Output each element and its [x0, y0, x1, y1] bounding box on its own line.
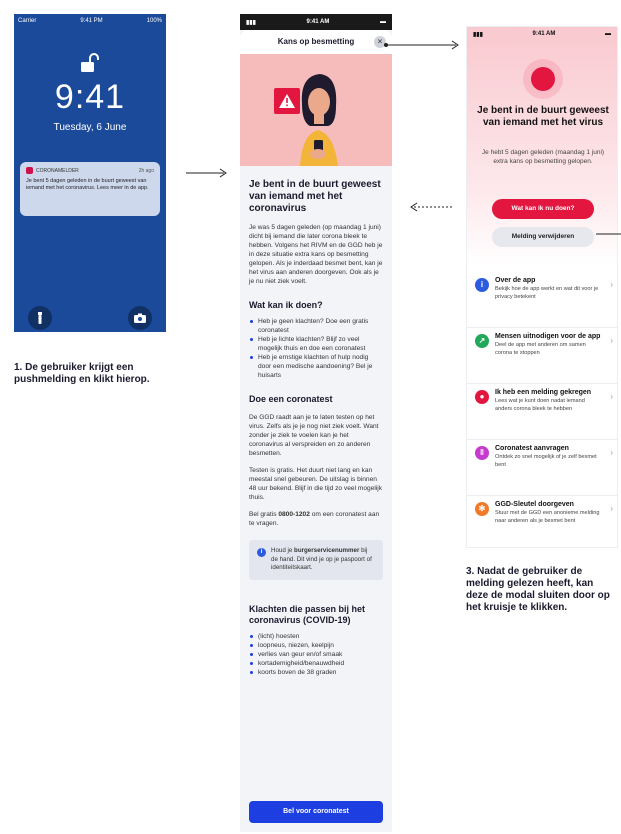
symptoms-list: (licht) hoesten loopneus, niezen, keelpi… [249, 632, 383, 677]
status-time: 9:41 AM [306, 19, 330, 25]
test-heading: Doe een coronatest [249, 394, 333, 404]
menu-item-title: Coronatest aanvragen [495, 445, 569, 452]
unlock-icon [81, 53, 99, 72]
chevron-right-icon: › [610, 336, 613, 345]
notification-text: Je bent 5 dagen geleden in de buurt gewe… [26, 178, 149, 191]
flow-arrow-close [384, 40, 459, 50]
test-paragraph-1: De GGD raadt aan je te laten testen op h… [249, 414, 379, 457]
carrier-label: Carrier [18, 18, 37, 24]
menu-item-about[interactable]: i Over de app Bekijk hoe de app werkt en… [467, 272, 617, 328]
status-bar: ▮▮▮ 9:41 AM ▬ [240, 14, 392, 30]
chevron-right-icon: › [610, 504, 613, 513]
status-bar: ▮▮▮ 9:41 AM ▬ [467, 27, 617, 41]
home-header: ▮▮▮ 9:41 AM ▬ Je bent in de buurt gewees… [467, 27, 617, 265]
list-item: (licht) hoesten [249, 632, 383, 641]
list-item: Heb je geen klachten? Doe een gratis cor… [249, 317, 383, 335]
step-3-caption: 3. Nadat de gebruiker de melding gelezen… [466, 566, 610, 613]
battery-icon: ▬ [379, 19, 386, 25]
info-box: i Houd je burgerservicenummer bij de han… [249, 540, 383, 580]
push-notification[interactable]: CORONAMELDER 2h ago Je bent 5 dagen gele… [20, 162, 160, 216]
call-paragraph: Bel gratis 0800-1202 om een coronatest a… [249, 511, 380, 527]
notification-app-name: CORONAMELDER [36, 167, 79, 174]
menu-item-desc: Bekijk hoe de app werkt en wat dit voor … [495, 286, 599, 300]
modal-titlebar: Kans op besmetting × [240, 30, 392, 54]
flashlight-button[interactable] [28, 306, 52, 330]
home-subtext: Je hebt 5 dagen geleden (maandag 1 juni)… [481, 149, 605, 165]
status-time: 9:41 AM [532, 31, 556, 37]
menu-item-desc: Lees wat je kunt doen nadat iemand ander… [495, 398, 585, 412]
menu-list: i Over de app Bekijk hoe de app werkt en… [467, 272, 617, 547]
remove-notification-button[interactable]: Melding verwijderen [492, 227, 594, 247]
alert-badge-icon [523, 59, 563, 99]
status-time: 9:41 PM [80, 18, 103, 24]
camera-button[interactable] [128, 306, 152, 330]
battery-icon: ▬ [604, 31, 611, 37]
list-item: loopneus, niezen, keelpijn [249, 641, 383, 650]
lock-screen: Carrier 9:41 PM 100% 9:41 Tuesday, 6 Jun… [14, 14, 166, 332]
phone-number[interactable]: 0800-1202 [278, 511, 310, 518]
modal-title: Kans op besmetting [277, 37, 355, 46]
call-for-test-button[interactable]: Bel voor coronatest [249, 801, 383, 823]
risk-modal-screen: ▮▮▮ 9:41 AM ▬ Kans op besmetting × Je be… [240, 14, 392, 832]
intro-text: Je was 5 dagen geleden (op maandag 1 jun… [249, 224, 383, 285]
what-heading: Wat kan ik doen? [249, 300, 323, 310]
menu-item-title: Over de app [495, 277, 536, 284]
list-item: koorts boven de 38 graden [249, 668, 383, 677]
alert-icon: ● [475, 390, 489, 404]
list-item: verlies van geur en/of smaak [249, 650, 383, 659]
virus-icon: ✻ [475, 502, 489, 516]
notification-header: CORONAMELDER 2h ago [26, 167, 154, 174]
modal-heading: Je bent in de buurt geweest van iemand m… [249, 179, 381, 214]
chevron-right-icon: › [610, 448, 613, 457]
flow-connector-line [596, 233, 621, 235]
menu-item-title: Mensen uitnodigen voor de app [495, 333, 601, 340]
status-bar: Carrier 9:41 PM 100% [14, 14, 166, 28]
flow-arrow-dashed-back [410, 202, 452, 212]
home-heading: Je bent in de buurt geweest van iemand m… [477, 105, 609, 128]
lock-date: Tuesday, 6 June [53, 122, 127, 133]
info-icon: i [257, 548, 266, 557]
app-icon [26, 167, 33, 174]
camera-icon [134, 313, 146, 323]
test-paragraph-2: Testen is gratis. Het duurt niet lang en… [249, 467, 383, 501]
what-can-i-do-button[interactable]: Wat kan ik nu doen? [492, 199, 594, 219]
list-item: Heb je lichte klachten? Blijf zo veel mo… [249, 335, 383, 353]
flow-arrow-right [186, 168, 227, 178]
lock-time: 9:41 [54, 78, 126, 116]
list-item: Heb je ernstige klachten of hulp nodig d… [249, 353, 383, 380]
menu-item-desc: Stuur met de GGD een anonieme melding na… [495, 510, 600, 524]
info-icon: i [475, 278, 489, 292]
share-icon: ↗ [475, 334, 489, 348]
home-screen: ▮▮▮ 9:41 AM ▬ Je bent in de buurt gewees… [466, 26, 618, 548]
modal-content: Je bent in de buurt geweest van iemand m… [240, 179, 392, 677]
symptoms-heading: Klachten die passen bij het coronavirus … [249, 603, 366, 625]
what-list: Heb je geen klachten? Doe een gratis cor… [249, 317, 383, 380]
signal-icon: ▮▮▮ [246, 19, 256, 26]
chevron-right-icon: › [610, 280, 613, 289]
notification-time: 2h ago [138, 167, 154, 174]
menu-item-test[interactable]: ‖ Coronatest aanvragen Ontdek zo snel mo… [467, 440, 617, 496]
menu-item-ggd-key[interactable]: ✻ GGD-Sleutel doorgeven Stuur met de GGD… [467, 496, 617, 547]
list-item: kortademigheid/benauwdheid [249, 659, 383, 668]
chevron-right-icon: › [610, 392, 613, 401]
step-1-caption: 1. De gebruiker krijgt een pushmelding e… [14, 362, 150, 385]
menu-item-title: GGD-Sleutel doorgeven [495, 501, 574, 508]
person-with-phone-illustration [274, 74, 338, 166]
signal-icon: ▮▮▮ [473, 31, 483, 38]
test-tube-icon: ‖ [475, 446, 489, 460]
menu-item-invite[interactable]: ↗ Mensen uitnodigen voor de app Deel de … [467, 328, 617, 384]
hero-illustration [240, 54, 392, 166]
battery-label: 100% [146, 18, 162, 24]
menu-item-notification[interactable]: ● Ik heb een melding gekregen Lees wat j… [467, 384, 617, 440]
menu-item-title: Ik heb een melding gekregen [495, 389, 592, 396]
flashlight-icon [38, 312, 42, 324]
menu-item-desc: Deel de app met anderen om samen corona … [495, 342, 586, 356]
menu-item-desc: Ontdek zo snel mogelijk of je zelf besme… [495, 454, 597, 468]
